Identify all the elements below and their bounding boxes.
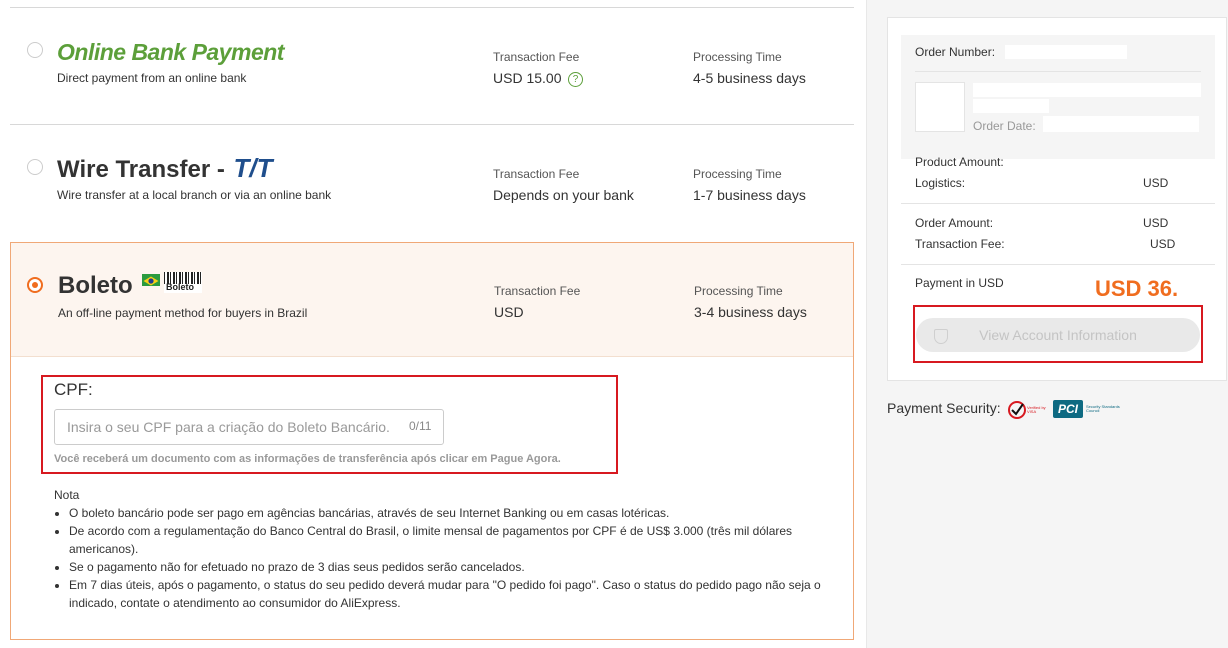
radio-boleto[interactable]: [27, 277, 43, 293]
list-item: De acordo com a regulamentação do Banco …: [69, 522, 834, 558]
divider: [901, 203, 1215, 204]
tt-logo: T/T: [233, 153, 273, 183]
note-section: Nota O boleto bancário pode ser pago em …: [54, 486, 834, 612]
product-amount-label: Product Amount:: [915, 155, 1004, 169]
redacted-value: [1005, 45, 1127, 59]
cpf-char-counter: 0/11: [409, 419, 432, 433]
online-bank-time-value: 4-5 business days: [693, 70, 806, 86]
list-item: O boleto bancário pode ser pago em agênc…: [69, 504, 834, 522]
online-bank-title: Online Bank Payment: [57, 39, 284, 65]
online-bank-time-label: Processing Time: [693, 50, 782, 64]
boleto-time-value: 3-4 business days: [694, 304, 807, 320]
payment-security-label: Payment Security:: [887, 400, 1001, 416]
divider: [901, 264, 1215, 265]
cpf-label: CPF:: [54, 380, 93, 399]
payment-total-value: USD 36.: [1095, 276, 1179, 301]
wire-transfer-fee-value: Depends on your bank: [493, 187, 634, 203]
order-amount-value: USD: [1143, 216, 1169, 230]
online-bank-subtitle: Direct payment from an online bank: [57, 71, 247, 85]
payment-option-wire-transfer[interactable]: Wire Transfer - T/T Wire transfer at a l…: [10, 125, 854, 241]
online-bank-fee-label: Transaction Fee: [493, 50, 580, 64]
order-amount-label: Order Amount:: [915, 216, 994, 230]
payment-option-boleto[interactable]: Boleto Boleto An off-line payment method…: [10, 242, 854, 640]
pci-logo: PCI: [1053, 400, 1083, 418]
cpf-input[interactable]: [54, 409, 444, 445]
verified-by-visa-text: Verified by VISA: [1027, 406, 1046, 414]
brazil-flag-icon: [142, 274, 160, 286]
transaction-fee-value: USD: [1150, 237, 1176, 251]
help-icon[interactable]: ?: [568, 72, 583, 87]
product-thumbnail: [915, 82, 965, 132]
wire-transfer-time-label: Processing Time: [693, 167, 782, 181]
cpf-hint: Você receberá um documento com as inform…: [54, 453, 561, 465]
note-title: Nota: [54, 488, 80, 502]
online-bank-fee-value: USD 15.00: [493, 70, 562, 86]
order-date-label: Order Date:: [973, 119, 1036, 133]
wire-transfer-subtitle: Wire transfer at a local branch or via a…: [57, 188, 332, 202]
payment-total-label: Payment in USD: [915, 276, 1004, 290]
wire-transfer-title: Wire Transfer - T/T: [57, 153, 273, 184]
logistics-value: USD: [1143, 176, 1169, 190]
list-item: Se o pagamento não for efetuado no prazo…: [69, 558, 834, 576]
redacted-value: [1043, 116, 1199, 132]
boleto-logo-text: Boleto: [166, 282, 194, 292]
order-summary-panel: Order Number: Order Date: Product Amount…: [866, 0, 1228, 648]
wire-transfer-title-text: Wire Transfer -: [57, 156, 225, 183]
wire-transfer-time-value: 1-7 business days: [693, 187, 806, 203]
shield-icon: [934, 329, 948, 344]
divider: [915, 71, 1201, 72]
boleto-barcode-icon: Boleto: [164, 272, 202, 293]
wire-transfer-fee-label: Transaction Fee: [493, 167, 580, 181]
boleto-fee-value: USD: [494, 304, 524, 320]
logistics-label: Logistics:: [915, 176, 966, 190]
payment-methods-panel: Online Bank Payment Direct payment from …: [0, 0, 866, 648]
payment-option-online-bank[interactable]: Online Bank Payment Direct payment from …: [10, 8, 854, 124]
boleto-fee-label: Transaction Fee: [494, 284, 581, 298]
boleto-title: Boleto: [58, 272, 133, 299]
boleto-header[interactable]: Boleto Boleto An off-line payment method…: [11, 243, 853, 357]
view-account-information-label: View Account Information: [979, 327, 1137, 343]
radio-wire-transfer[interactable]: [27, 159, 43, 175]
boleto-subtitle: An off-line payment method for buyers in…: [58, 306, 308, 320]
note-list: O boleto bancário pode ser pago em agênc…: [54, 504, 834, 612]
verified-by-visa-icon: [1008, 401, 1026, 419]
pci-sub-text: Security Standards Council: [1086, 405, 1120, 413]
redacted-product-name: [973, 99, 1049, 113]
payment-security: Payment Security: Verified by VISA PCI S…: [887, 400, 1207, 420]
order-summary-card: Order Number: Order Date: Product Amount…: [887, 17, 1227, 381]
order-info-box: Order Number: Order Date:: [901, 35, 1215, 159]
list-item: Em 7 dias úteis, após o pagamento, o sta…: [69, 576, 834, 612]
view-account-information-button[interactable]: View Account Information: [916, 318, 1200, 352]
boleto-time-label: Processing Time: [694, 284, 783, 298]
order-number-label: Order Number:: [915, 45, 996, 59]
transaction-fee-label: Transaction Fee:: [915, 237, 1005, 251]
redacted-product-name: [973, 83, 1201, 97]
radio-online-bank[interactable]: [27, 42, 43, 58]
